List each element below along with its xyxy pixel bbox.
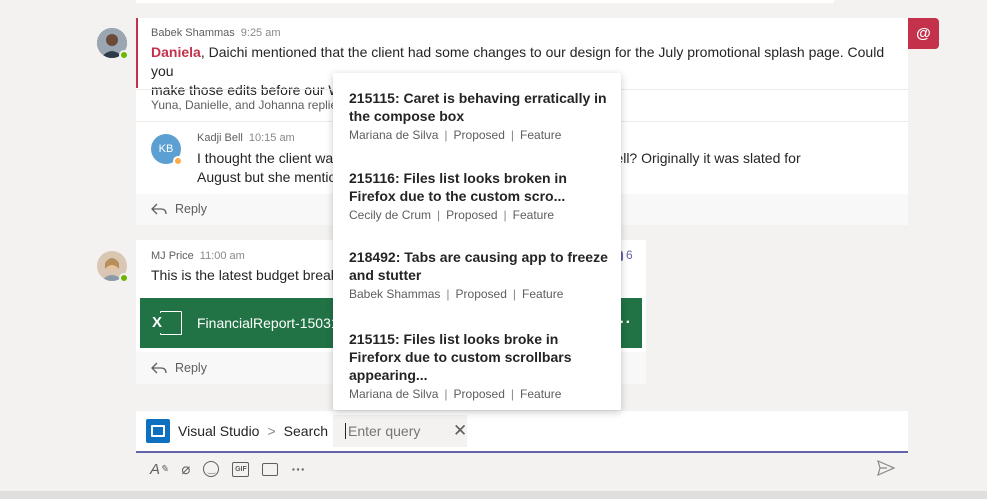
previous-message-card (136, 0, 834, 3)
mention-indicator[interactable]: @ (908, 18, 939, 49)
video-icon[interactable] (262, 462, 279, 476)
result-status: Proposed (453, 128, 505, 142)
presence-online-icon (119, 273, 129, 283)
at-icon: @ (916, 25, 931, 42)
thread1-header: Babek Shammas 9:25 am (151, 27, 281, 39)
emoji-icon[interactable]: ‿ (203, 461, 220, 477)
mention-tag[interactable]: Daniela (151, 44, 201, 60)
result-type: Feature (520, 387, 562, 401)
reply-button[interactable]: Reply (151, 202, 207, 216)
more-options-icon[interactable]: ··· (291, 461, 305, 477)
avatar-kadji[interactable]: KB (151, 134, 183, 166)
visual-studio-icon (146, 419, 170, 443)
replies-summary[interactable]: Yuna, Danielle, and Johanna replied (151, 98, 344, 112)
attach-icon[interactable]: ⌀ (181, 460, 190, 478)
breadcrumb-separator: > (267, 423, 276, 439)
presence-away-icon (173, 156, 183, 166)
thread2-header: MJ Price 11:00 am (151, 250, 245, 262)
send-icon[interactable] (877, 459, 896, 481)
result-title: 215115: Caret is behaving erratically in… (349, 90, 607, 124)
search-result-item[interactable]: 215116: Files list looks broken in Firef… (349, 169, 614, 222)
command-name: Search (283, 423, 329, 439)
gif-icon[interactable]: GIF (232, 461, 250, 477)
search-result-item[interactable]: 218492: Tabs are causing app to freeze a… (349, 248, 614, 301)
format-icon[interactable]: A ✎ (150, 461, 168, 478)
result-status: Proposed (455, 287, 507, 301)
result-meta: Cecily de Crum | Proposed | Feature (349, 208, 555, 222)
result-meta: Babek Shammas | Proposed | Feature (349, 287, 564, 301)
result-status: Proposed (453, 387, 505, 401)
close-icon[interactable]: ✕ (453, 421, 467, 441)
result-meta: Mariana de Silva | Proposed | Feature (349, 128, 562, 142)
result-type: Feature (512, 208, 555, 222)
result-type: Feature (522, 287, 564, 301)
compose-toolbar: A ✎ ⌀ ‿ GIF ··· (150, 458, 305, 480)
app-name: Visual Studio (178, 423, 260, 439)
search-input[interactable] (345, 423, 445, 439)
compose-box: Visual Studio > Search ✕ (136, 411, 908, 453)
result-title: 215115: Files list looks broke in Firefo… (349, 331, 572, 383)
result-type: Feature (520, 128, 562, 142)
search-result-item[interactable]: 215115: Caret is behaving erratically in… (349, 89, 614, 142)
author-name: Babek Shammas (151, 27, 235, 39)
result-author: Babek Shammas (349, 287, 441, 301)
result-title: 215116: Files list looks broken in Firef… (349, 170, 567, 204)
footer-divider (0, 491, 987, 499)
search-results-popup: 215115: Caret is behaving erratically in… (333, 73, 621, 410)
visual-studio-chip[interactable]: Visual Studio > Search (146, 417, 328, 445)
result-meta: Mariana de Silva | Proposed | Feature (349, 387, 562, 401)
avatar-mj[interactable] (97, 251, 129, 283)
query-field: ✕ (333, 415, 467, 447)
result-author: Mariana de Silva (349, 387, 439, 401)
reply-button[interactable]: Reply (151, 361, 207, 375)
search-result-item[interactable]: 215115: Files list looks broke in Firefo… (349, 330, 614, 401)
mention-highlight-bar (136, 18, 138, 88)
result-author: Cecily de Crum (349, 208, 432, 222)
result-status: Proposed (446, 208, 498, 222)
reply-arrow-icon (151, 203, 167, 215)
timestamp: 9:25 am (240, 27, 281, 39)
result-title: 218492: Tabs are causing app to freeze a… (349, 249, 608, 283)
excel-icon: X (152, 309, 182, 337)
presence-online-icon (119, 50, 129, 60)
reply-arrow-icon (151, 362, 167, 374)
result-author: Mariana de Silva (349, 128, 439, 142)
reply-header: Kadji Bell 10:15 am (197, 132, 295, 144)
avatar-babek[interactable] (97, 28, 129, 60)
